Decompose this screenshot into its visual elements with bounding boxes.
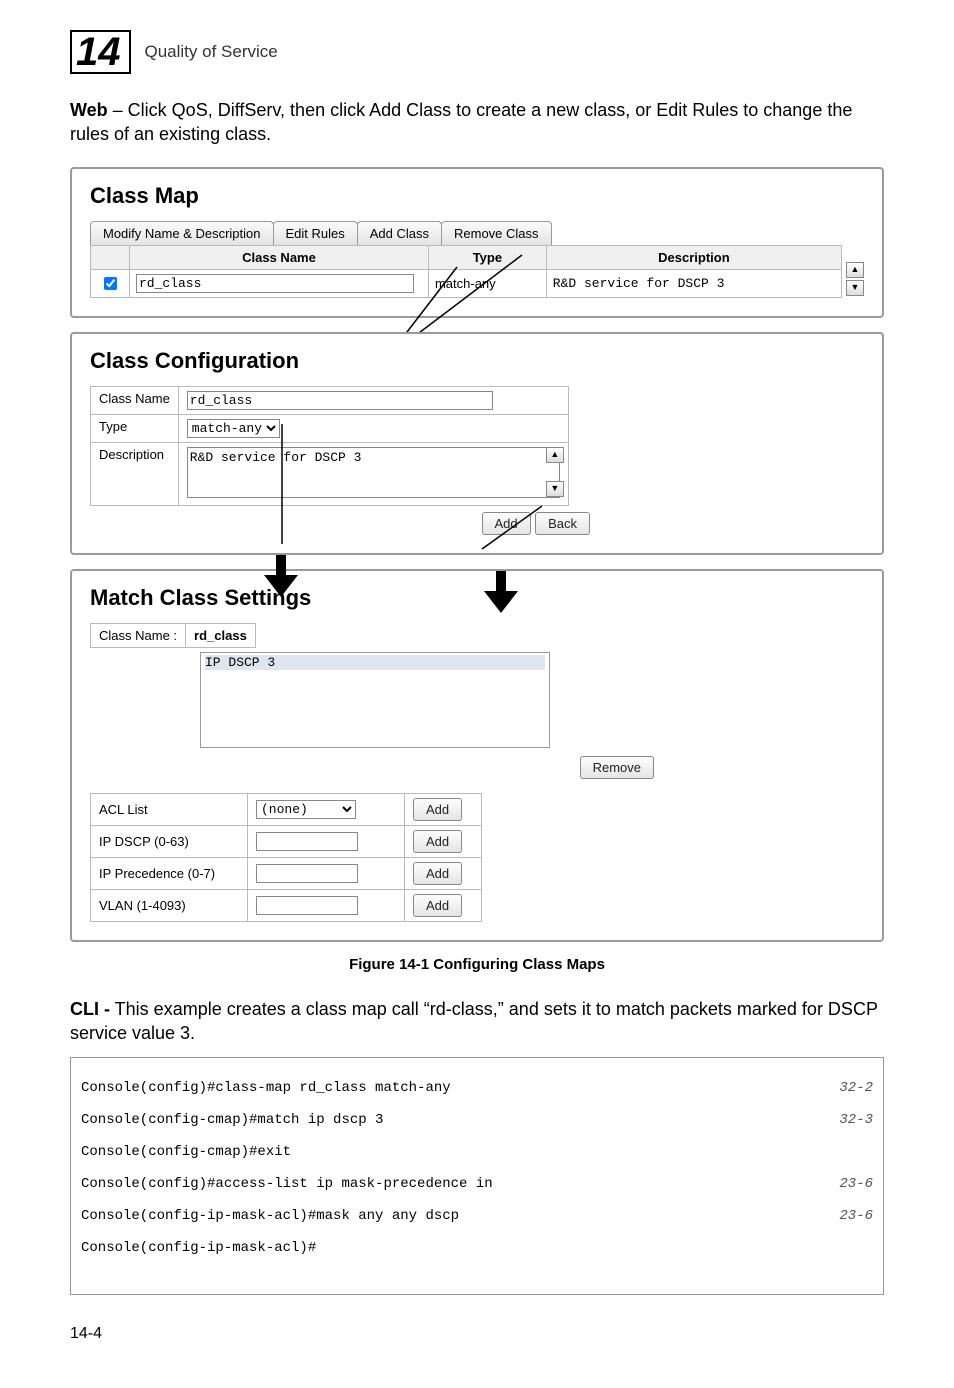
console-text: Console(config-cmap)#match ip dscp 3 [81, 1112, 383, 1128]
cli-intro-paragraph: CLI - This example creates a class map c… [70, 997, 884, 1046]
class-config-heading: Class Configuration [90, 348, 864, 374]
cfg-type-select[interactable]: match-any [187, 419, 280, 438]
remove-rule-button[interactable]: Remove [580, 756, 654, 779]
textarea-scroll-up-icon[interactable]: ▲ [546, 447, 564, 463]
class-config-panel: Class Configuration Class Name Type matc… [70, 332, 884, 555]
row-desc-cell: R&D service for DSCP 3 [546, 269, 841, 297]
vlan-input[interactable] [256, 896, 358, 915]
tab-add-class[interactable]: Add Class [357, 221, 442, 245]
acl-list-label: ACL List [91, 793, 248, 825]
intro-rest: – Click QoS, DiffServ, then click Add Cl… [70, 100, 852, 144]
cfg-type-label: Type [91, 414, 179, 442]
cli-rest: This example creates a class map call “r… [70, 999, 878, 1043]
class-map-tabs: Modify Name & Description Edit Rules Add… [90, 221, 864, 245]
match-add-grid: ACL List (none) Add IP DSCP (0-63) Add I… [90, 793, 482, 922]
class-map-panel: Class Map Modify Name & Description Edit… [70, 167, 884, 318]
vlan-add-button[interactable]: Add [413, 894, 462, 917]
cfg-add-button[interactable]: Add [482, 512, 531, 535]
console-block: 32-2 Console(config)#class-map rd_class m… [70, 1057, 884, 1295]
chapter-header: 14 Quality of Service [70, 30, 884, 74]
console-ref: 23-6 [839, 1176, 873, 1192]
cfg-name-input[interactable] [187, 391, 493, 410]
row-select-checkbox[interactable] [104, 277, 117, 290]
class-config-table: Class Name Type match-any Description R&… [90, 386, 569, 506]
cfg-desc-textarea[interactable]: R&D service for DSCP 3 [187, 447, 560, 498]
figure-caption: Figure 14-1 Configuring Class Maps [70, 956, 884, 973]
console-ref: 23-6 [839, 1208, 873, 1224]
match-rules-listbox[interactable]: IP DSCP 3 [200, 652, 550, 748]
console-text: Console(config-ip-mask-acl)# [81, 1240, 316, 1256]
row-classname-input[interactable] [136, 274, 414, 293]
scroll-down-icon[interactable]: ▼ [846, 280, 864, 296]
prec-add-button[interactable]: Add [413, 862, 462, 885]
vlan-label: VLAN (1-4093) [91, 889, 248, 921]
match-classname-row: Class Name : rd_class [90, 623, 256, 648]
table-scroll: ▲ ▼ [846, 262, 864, 298]
acl-list-select[interactable]: (none) [256, 800, 356, 819]
ip-precedence-input[interactable] [256, 864, 358, 883]
match-classname-value: rd_class [186, 623, 256, 647]
tab-edit-rules[interactable]: Edit Rules [273, 221, 358, 245]
console-ref: 32-3 [839, 1112, 873, 1128]
table-row: match-any R&D service for DSCP 3 [91, 269, 842, 297]
console-ref: 32-2 [839, 1080, 873, 1096]
intro-paragraph: Web – Click QoS, DiffServ, then click Ad… [70, 98, 884, 147]
class-map-table: Class Name Type Description match-any R&… [90, 245, 842, 298]
cfg-name-label: Class Name [91, 386, 179, 414]
class-map-heading: Class Map [90, 183, 864, 209]
page-number: 14-4 [70, 1325, 884, 1343]
ip-dscp-label: IP DSCP (0-63) [91, 825, 248, 857]
match-settings-heading: Match Class Settings [90, 585, 864, 611]
col-class-name: Class Name [130, 245, 429, 269]
scroll-up-icon[interactable]: ▲ [846, 262, 864, 278]
console-text: Console(config-ip-mask-acl)#mask any any… [81, 1208, 459, 1224]
cli-bold: CLI - [70, 999, 110, 1019]
acl-add-button[interactable]: Add [413, 798, 462, 821]
col-type: Type [428, 245, 546, 269]
console-text: Console(config)#class-map rd_class match… [81, 1080, 451, 1096]
console-text: Console(config)#access-list ip mask-prec… [81, 1176, 493, 1192]
match-rule-item[interactable]: IP DSCP 3 [205, 655, 545, 670]
console-text: Console(config-cmap)#exit [81, 1144, 291, 1160]
textarea-scroll-down-icon[interactable]: ▼ [546, 481, 564, 497]
ip-dscp-input[interactable] [256, 832, 358, 851]
col-description: Description [546, 245, 841, 269]
chapter-number-badge: 14 [70, 30, 131, 74]
tab-modify-name[interactable]: Modify Name & Description [90, 221, 274, 245]
match-settings-panel: Match Class Settings Class Name : rd_cla… [70, 569, 884, 942]
ip-precedence-label: IP Precedence (0-7) [91, 857, 248, 889]
tab-remove-class[interactable]: Remove Class [441, 221, 552, 245]
intro-bold: Web [70, 100, 108, 120]
dscp-add-button[interactable]: Add [413, 830, 462, 853]
cfg-desc-label: Description [91, 442, 179, 505]
row-type-cell: match-any [428, 269, 546, 297]
cfg-back-button[interactable]: Back [535, 512, 590, 535]
match-classname-label: Class Name : [91, 623, 186, 647]
chapter-title: Quality of Service [145, 42, 278, 62]
